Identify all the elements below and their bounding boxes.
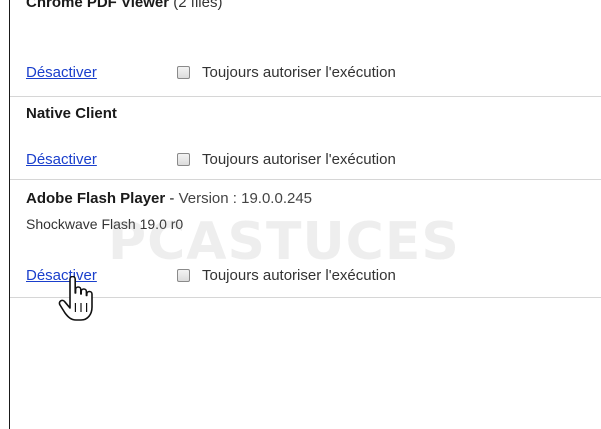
always-allow-label[interactable]: Toujours autoriser l'exécution [202, 267, 396, 284]
plugin-adobe-flash-player: Adobe Flash Player - Version : 19.0.0.24… [10, 180, 601, 298]
version-label: Version : [178, 190, 242, 207]
plugin-separator: - [165, 190, 179, 207]
plugin-actions: Désactiver Toujours autoriser l'exécutio… [26, 148, 396, 170]
plugin-header: Adobe Flash Player - Version : 19.0.0.24… [26, 190, 312, 207]
plugin-chrome-pdf-viewer: Chrome PDF Viewer (2 files) Désactiver T… [10, 0, 601, 97]
disable-link[interactable]: Désactiver [26, 267, 177, 284]
plugin-actions: Désactiver Toujours autoriser l'exécutio… [26, 264, 396, 286]
plugin-header: Native Client [26, 105, 117, 122]
plugin-name: Chrome PDF Viewer [26, 0, 170, 11]
plugins-page: Chrome PDF Viewer (2 files) Désactiver T… [0, 0, 601, 429]
disable-link[interactable]: Désactiver [26, 151, 177, 168]
version-value: 19.0.0.245 [241, 190, 313, 207]
plugin-description: Shockwave Flash 19.0 r0 [26, 216, 184, 232]
always-allow-checkbox[interactable] [177, 268, 190, 282]
disable-link[interactable]: Désactiver [26, 64, 177, 81]
plugin-file-count: (2 files) [173, 0, 223, 11]
always-allow-label[interactable]: Toujours autoriser l'exécution [202, 151, 396, 168]
plugin-header: Chrome PDF Viewer (2 files) [26, 0, 222, 11]
always-allow-checkbox[interactable] [177, 152, 190, 166]
always-allow-label[interactable]: Toujours autoriser l'exécution [202, 64, 396, 81]
plugin-native-client: Native Client Désactiver Toujours autori… [10, 97, 601, 180]
always-allow-checkbox[interactable] [177, 65, 190, 79]
plugin-name: Native Client [26, 105, 117, 122]
plugin-name: Adobe Flash Player [26, 190, 166, 207]
plugin-actions: Désactiver Toujours autoriser l'exécutio… [26, 61, 396, 83]
